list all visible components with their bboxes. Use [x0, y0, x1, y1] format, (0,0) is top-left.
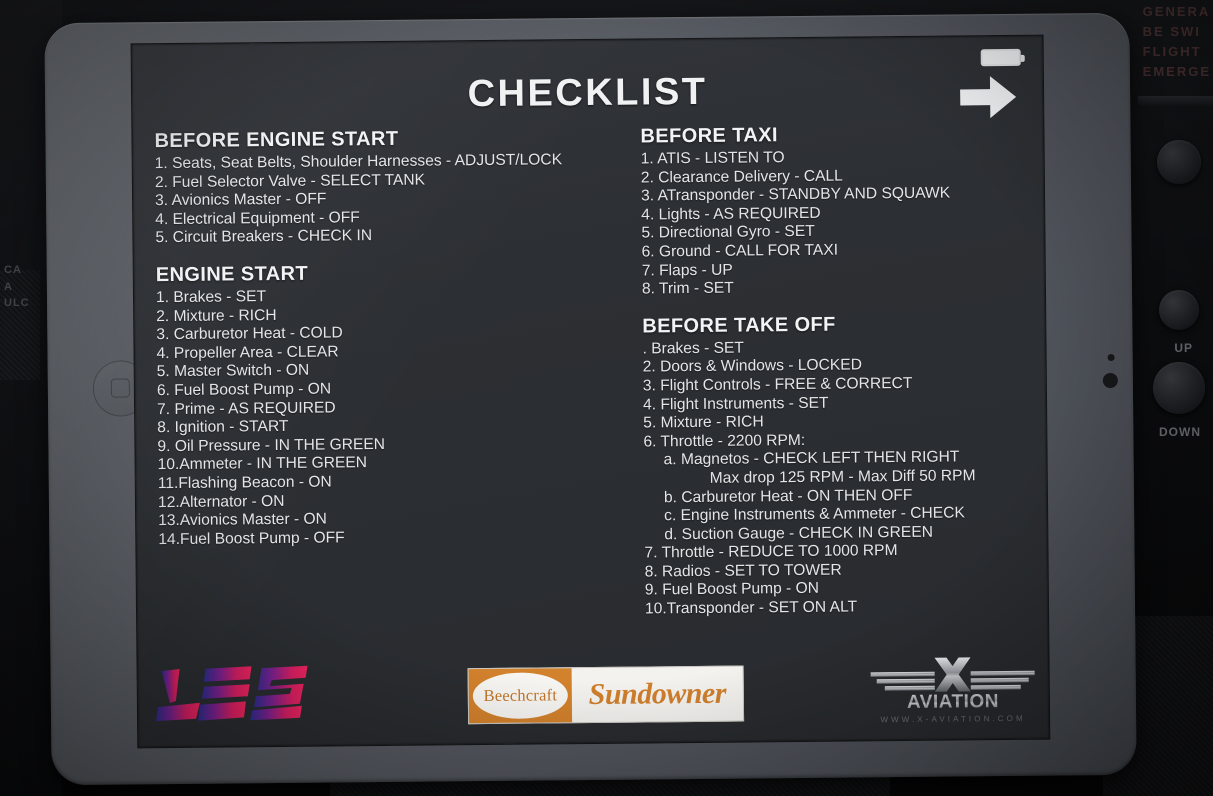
- les-logo: [156, 665, 308, 722]
- checklist-section: BEFORE TAXI 1. ATIS - LISTEN TO 2. Clearan…: [640, 122, 1042, 300]
- x-aviation-url: WWW.X-AVIATION.COM: [880, 713, 1026, 725]
- next-page-arrow-icon[interactable]: [960, 76, 1017, 119]
- checklist-items: . Brakes - SET 2. Doors & Windows - LOCKE…: [642, 336, 1045, 619]
- tablet-device: CHECKLIST BEFORE ENGINE START 1. Seats, S…: [44, 12, 1137, 786]
- checklist-column-left: BEFORE ENGINE START 1. Seats, Seat Belts,…: [154, 126, 588, 565]
- cockpit-knob-1[interactable]: [1157, 140, 1201, 184]
- page-title: CHECKLIST: [467, 70, 708, 116]
- x-aviation-logo: AVIATION WWW.X-AVIATION.COM: [862, 655, 1043, 725]
- cockpit-scene: CA A ULC GENERA BE SWI FLIGHT EMERGE UP …: [0, 0, 1213, 796]
- beechcraft-badge: Beechcraft: [468, 668, 573, 724]
- checklist-items: 1. Seats, Seat Belts, Shoulder Harnesses…: [155, 151, 586, 248]
- checklist-section: BEFORE TAKE OFF. Brakes - SET 2. Doors & …: [642, 311, 1045, 619]
- checklist-item[interactable]: 14.Fuel Boost Pump - OFF: [158, 527, 588, 550]
- ambient-sensor-dot: [1107, 353, 1115, 362]
- x-aviation-wings-icon: AVIATION: [870, 657, 1035, 713]
- beechcraft-wordmark: Beechcraft: [483, 685, 558, 706]
- section-title: BEFORE TAKE OFF: [642, 313, 836, 338]
- checklist-item[interactable]: 5. Circuit Breakers - CHECK IN: [155, 225, 585, 248]
- checklist-item[interactable]: 10.Transponder - SET ON ALT: [645, 597, 1045, 619]
- section-title: BEFORE TAXI: [640, 124, 778, 148]
- background-cabin-label: CA A ULC: [4, 264, 30, 309]
- label-up: UP: [1174, 341, 1193, 355]
- svg-text:AVIATION: AVIATION: [907, 691, 999, 713]
- background-placard: GENERA BE SWI FLIGHT EMERGE: [1142, 4, 1211, 80]
- section-title: ENGINE START: [155, 262, 309, 287]
- sundowner-wordmark: Sundowner: [588, 676, 727, 712]
- section-title: BEFORE ENGINE START: [154, 127, 399, 153]
- camera-lens-dot: [1102, 372, 1118, 389]
- beechcraft-oval: Beechcraft: [472, 672, 569, 720]
- battery-icon: [980, 48, 1021, 67]
- cockpit-knob-2[interactable]: [1159, 290, 1199, 330]
- background-strip: [1138, 96, 1213, 106]
- checklist-section: BEFORE ENGINE START 1. Seats, Seat Belts,…: [154, 126, 585, 248]
- checklist-items: 1. ATIS - LISTEN TO 2. Clearance Delivery…: [641, 147, 1042, 300]
- checklist-column-right: BEFORE TAXI 1. ATIS - LISTEN TO 2. Clearan…: [640, 122, 1045, 635]
- tablet-screen: CHECKLIST BEFORE ENGINE START 1. Seats, S…: [131, 35, 1050, 748]
- checklist-items: 1. Brakes - SET 2. Mixture - RICH 3. Carbu…: [156, 285, 588, 549]
- cockpit-knob-3[interactable]: [1153, 362, 1205, 414]
- sundowner-panel: Sundowner: [572, 667, 744, 723]
- beechcraft-sundowner-logo: Beechcraft Sundowner: [467, 665, 745, 725]
- label-down: DOWN: [1159, 425, 1201, 439]
- checklist-section: ENGINE START 1. Brakes - SET 2. Mixture - …: [156, 260, 589, 549]
- checklist-item[interactable]: 8. Trim - SET: [642, 277, 1042, 299]
